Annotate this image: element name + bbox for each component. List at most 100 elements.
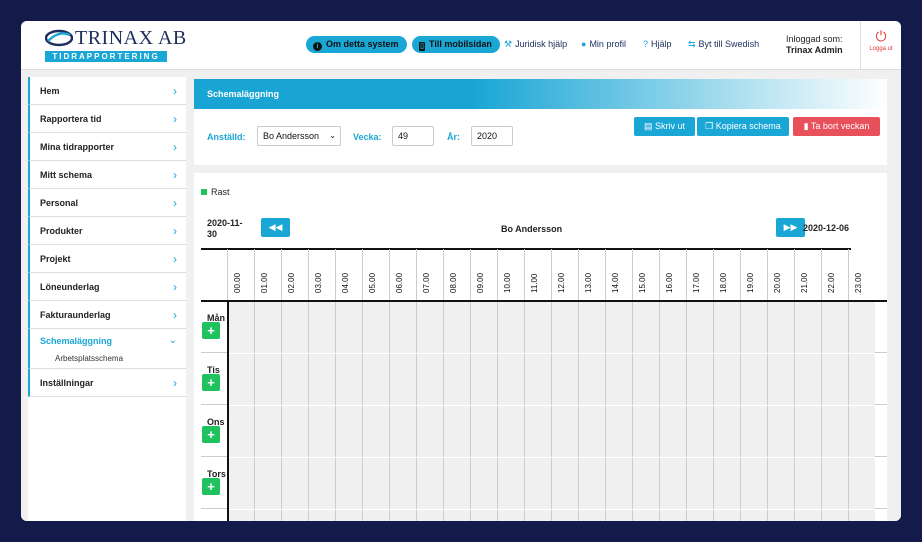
schedule-cell[interactable] xyxy=(416,354,443,405)
schedule-cell[interactable] xyxy=(848,458,875,509)
schedule-cell[interactable] xyxy=(362,354,389,405)
schedule-cell[interactable] xyxy=(659,406,686,457)
schedule-cell[interactable] xyxy=(362,458,389,509)
schedule-cell[interactable] xyxy=(632,510,659,521)
week-input[interactable]: 49 xyxy=(392,126,434,146)
copy-schedule-button[interactable]: ❐ Kopiera schema xyxy=(697,117,789,136)
schedule-cell[interactable] xyxy=(794,302,821,353)
schedule-cell[interactable] xyxy=(578,458,605,509)
schedule-cell[interactable] xyxy=(389,510,416,521)
schedule-cell[interactable] xyxy=(470,302,497,353)
sidebar-item-loneunderlag[interactable]: Löneunderlag › xyxy=(28,273,186,301)
schedule-cell[interactable] xyxy=(497,354,524,405)
schedule-cell[interactable] xyxy=(443,354,470,405)
schedule-cell[interactable] xyxy=(524,354,551,405)
schedule-cell[interactable] xyxy=(362,302,389,353)
schedule-cell[interactable] xyxy=(659,302,686,353)
schedule-cell[interactable] xyxy=(821,302,848,353)
schedule-cell[interactable] xyxy=(308,302,335,353)
schedule-cell[interactable] xyxy=(335,354,362,405)
schedule-cell[interactable] xyxy=(227,458,254,509)
schedule-cell[interactable] xyxy=(443,458,470,509)
print-button[interactable]: ▤ Skriv ut xyxy=(634,117,695,136)
add-shift-button[interactable]: + xyxy=(202,426,220,443)
schedule-cell[interactable] xyxy=(524,458,551,509)
sidebar-subitem-arbetsplatsschema[interactable]: Arbetsplatsschema xyxy=(28,353,186,369)
schedule-cell[interactable] xyxy=(497,458,524,509)
schedule-cell[interactable] xyxy=(767,406,794,457)
schedule-cell[interactable] xyxy=(389,458,416,509)
schedule-cell[interactable] xyxy=(740,406,767,457)
schedule-cell[interactable] xyxy=(524,302,551,353)
sidebar-item-schemalaggning[interactable]: Schemaläggning ⌄ xyxy=(28,329,186,353)
schedule-cell[interactable] xyxy=(227,510,254,521)
schedule-cell[interactable] xyxy=(578,406,605,457)
schedule-cell[interactable] xyxy=(389,302,416,353)
schedule-cell[interactable] xyxy=(686,510,713,521)
schedule-cell[interactable] xyxy=(416,302,443,353)
schedule-cell[interactable] xyxy=(551,354,578,405)
schedule-cell[interactable] xyxy=(632,302,659,353)
schedule-cell[interactable] xyxy=(767,302,794,353)
schedule-cell[interactable] xyxy=(794,458,821,509)
schedule-cell[interactable] xyxy=(848,354,875,405)
schedule-cell[interactable] xyxy=(524,406,551,457)
schedule-cell[interactable] xyxy=(578,354,605,405)
schedule-cell[interactable] xyxy=(605,406,632,457)
schedule-cell[interactable] xyxy=(443,510,470,521)
schedule-cell[interactable] xyxy=(470,458,497,509)
schedule-cell[interactable] xyxy=(227,354,254,405)
schedule-cell[interactable] xyxy=(794,510,821,521)
schedule-cell[interactable] xyxy=(551,458,578,509)
schedule-cell[interactable] xyxy=(659,458,686,509)
schedule-cell[interactable] xyxy=(470,510,497,521)
sidebar-item-projekt[interactable]: Projekt › xyxy=(28,245,186,273)
schedule-cell[interactable] xyxy=(470,406,497,457)
schedule-cell[interactable] xyxy=(362,510,389,521)
schedule-cell[interactable] xyxy=(497,510,524,521)
schedule-cell[interactable] xyxy=(848,406,875,457)
add-shift-button[interactable]: + xyxy=(202,322,220,339)
schedule-cell[interactable] xyxy=(416,406,443,457)
add-shift-button[interactable]: + xyxy=(202,478,220,495)
schedule-cell[interactable] xyxy=(389,354,416,405)
schedule-cell[interactable] xyxy=(713,406,740,457)
schedule-cell[interactable] xyxy=(713,302,740,353)
schedule-cell[interactable] xyxy=(605,354,632,405)
legal-help-link[interactable]: ⚒ Juridisk hjälp xyxy=(504,39,567,50)
schedule-cell[interactable] xyxy=(578,510,605,521)
schedule-cell[interactable] xyxy=(308,354,335,405)
schedule-cell[interactable] xyxy=(362,406,389,457)
schedule-cell[interactable] xyxy=(794,354,821,405)
delete-week-button[interactable]: ▮ Ta bort veckan xyxy=(793,117,880,136)
schedule-cell[interactable] xyxy=(821,510,848,521)
schedule-cell[interactable] xyxy=(416,510,443,521)
logo[interactable]: TRINAX AB TIDRAPPORTERING xyxy=(45,27,186,63)
year-input[interactable]: 2020 xyxy=(471,126,513,146)
schedule-cell[interactable] xyxy=(848,510,875,521)
schedule-cell[interactable] xyxy=(767,354,794,405)
schedule-cell[interactable] xyxy=(254,510,281,521)
schedule-cell[interactable] xyxy=(551,406,578,457)
schedule-cell[interactable] xyxy=(740,302,767,353)
schedule-cell[interactable] xyxy=(551,510,578,521)
schedule-cell[interactable] xyxy=(281,406,308,457)
schedule-cell[interactable] xyxy=(308,458,335,509)
sidebar-item-produkter[interactable]: Produkter › xyxy=(28,217,186,245)
schedule-cell[interactable] xyxy=(443,406,470,457)
logout-button[interactable]: ⏻ Logga ut xyxy=(860,21,901,70)
schedule-cell[interactable] xyxy=(524,510,551,521)
schedule-cell[interactable] xyxy=(254,458,281,509)
schedule-cell[interactable] xyxy=(578,302,605,353)
switch-language-link[interactable]: ⇆ Byt till Swedish xyxy=(688,39,759,50)
schedule-cell[interactable] xyxy=(281,354,308,405)
schedule-cell[interactable] xyxy=(389,406,416,457)
add-shift-button[interactable]: + xyxy=(202,374,220,391)
schedule-cell[interactable] xyxy=(794,406,821,457)
previous-week-button[interactable]: ◀◀ xyxy=(261,218,290,237)
schedule-cell[interactable] xyxy=(740,354,767,405)
sidebar-item-mitt-schema[interactable]: Mitt schema › xyxy=(28,161,186,189)
schedule-cell[interactable] xyxy=(335,510,362,521)
schedule-cell[interactable] xyxy=(335,302,362,353)
schedule-cell[interactable] xyxy=(227,302,254,353)
